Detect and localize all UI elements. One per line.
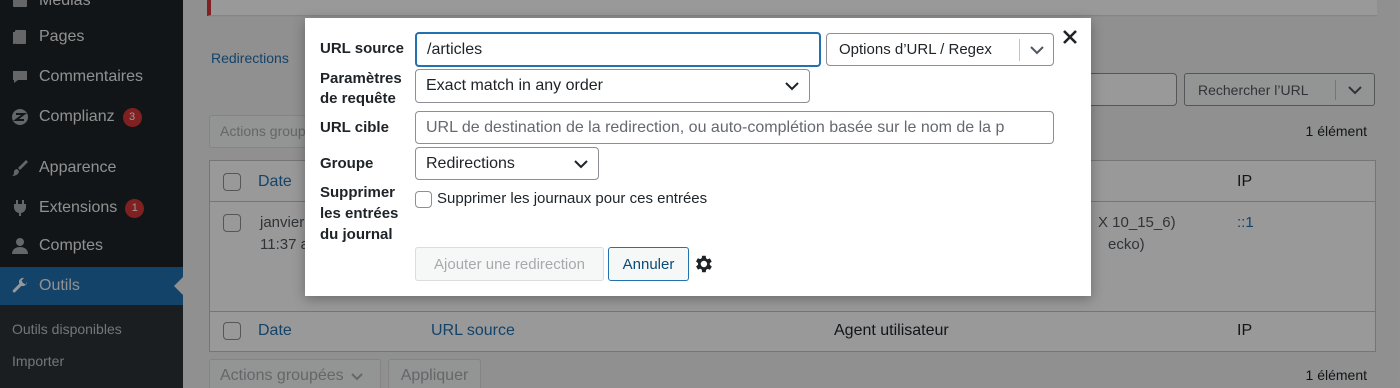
label-delete-logs-line2: les entrées	[320, 205, 399, 222]
add-redirection-button[interactable]: Ajouter une redirection	[415, 247, 604, 281]
label-url-source: URL source	[320, 40, 404, 57]
query-params-select[interactable]: Exact match in any order	[415, 69, 810, 103]
label-query-params-line2: de requête	[320, 90, 396, 107]
add-redirection-modal: URL source /articles Options d’URL / Reg…	[305, 18, 1091, 296]
chevron-down-icon[interactable]	[1020, 45, 1053, 55]
label-delete-logs-line3: du journal	[320, 226, 393, 243]
label-query-params-line1: Paramètres	[320, 70, 402, 87]
label-group: Groupe	[320, 155, 374, 172]
gear-icon[interactable]	[692, 253, 714, 275]
url-options-label: Options d’URL / Regex	[839, 41, 992, 58]
query-params-value: Exact match in any order	[426, 77, 603, 94]
group-select[interactable]: Redirections	[415, 147, 599, 180]
url-source-input[interactable]: /articles	[415, 32, 821, 67]
label-target-url: URL cible	[320, 119, 389, 136]
target-url-input[interactable]: URL de destination de la redirection, ou…	[415, 111, 1054, 144]
label-delete-logs-line1: Supprimer	[320, 184, 396, 201]
delete-logs-checkbox[interactable]	[415, 191, 432, 208]
cancel-button[interactable]: Annuler	[608, 247, 689, 281]
url-options-button[interactable]: Options d’URL / Regex	[826, 33, 1054, 66]
group-value: Redirections	[426, 154, 515, 172]
delete-logs-checkbox-label[interactable]: Supprimer les journaux pour ces entrées	[437, 190, 707, 207]
chevron-down-icon	[785, 82, 799, 91]
chevron-down-icon	[574, 159, 588, 168]
close-icon[interactable]	[1061, 28, 1079, 46]
